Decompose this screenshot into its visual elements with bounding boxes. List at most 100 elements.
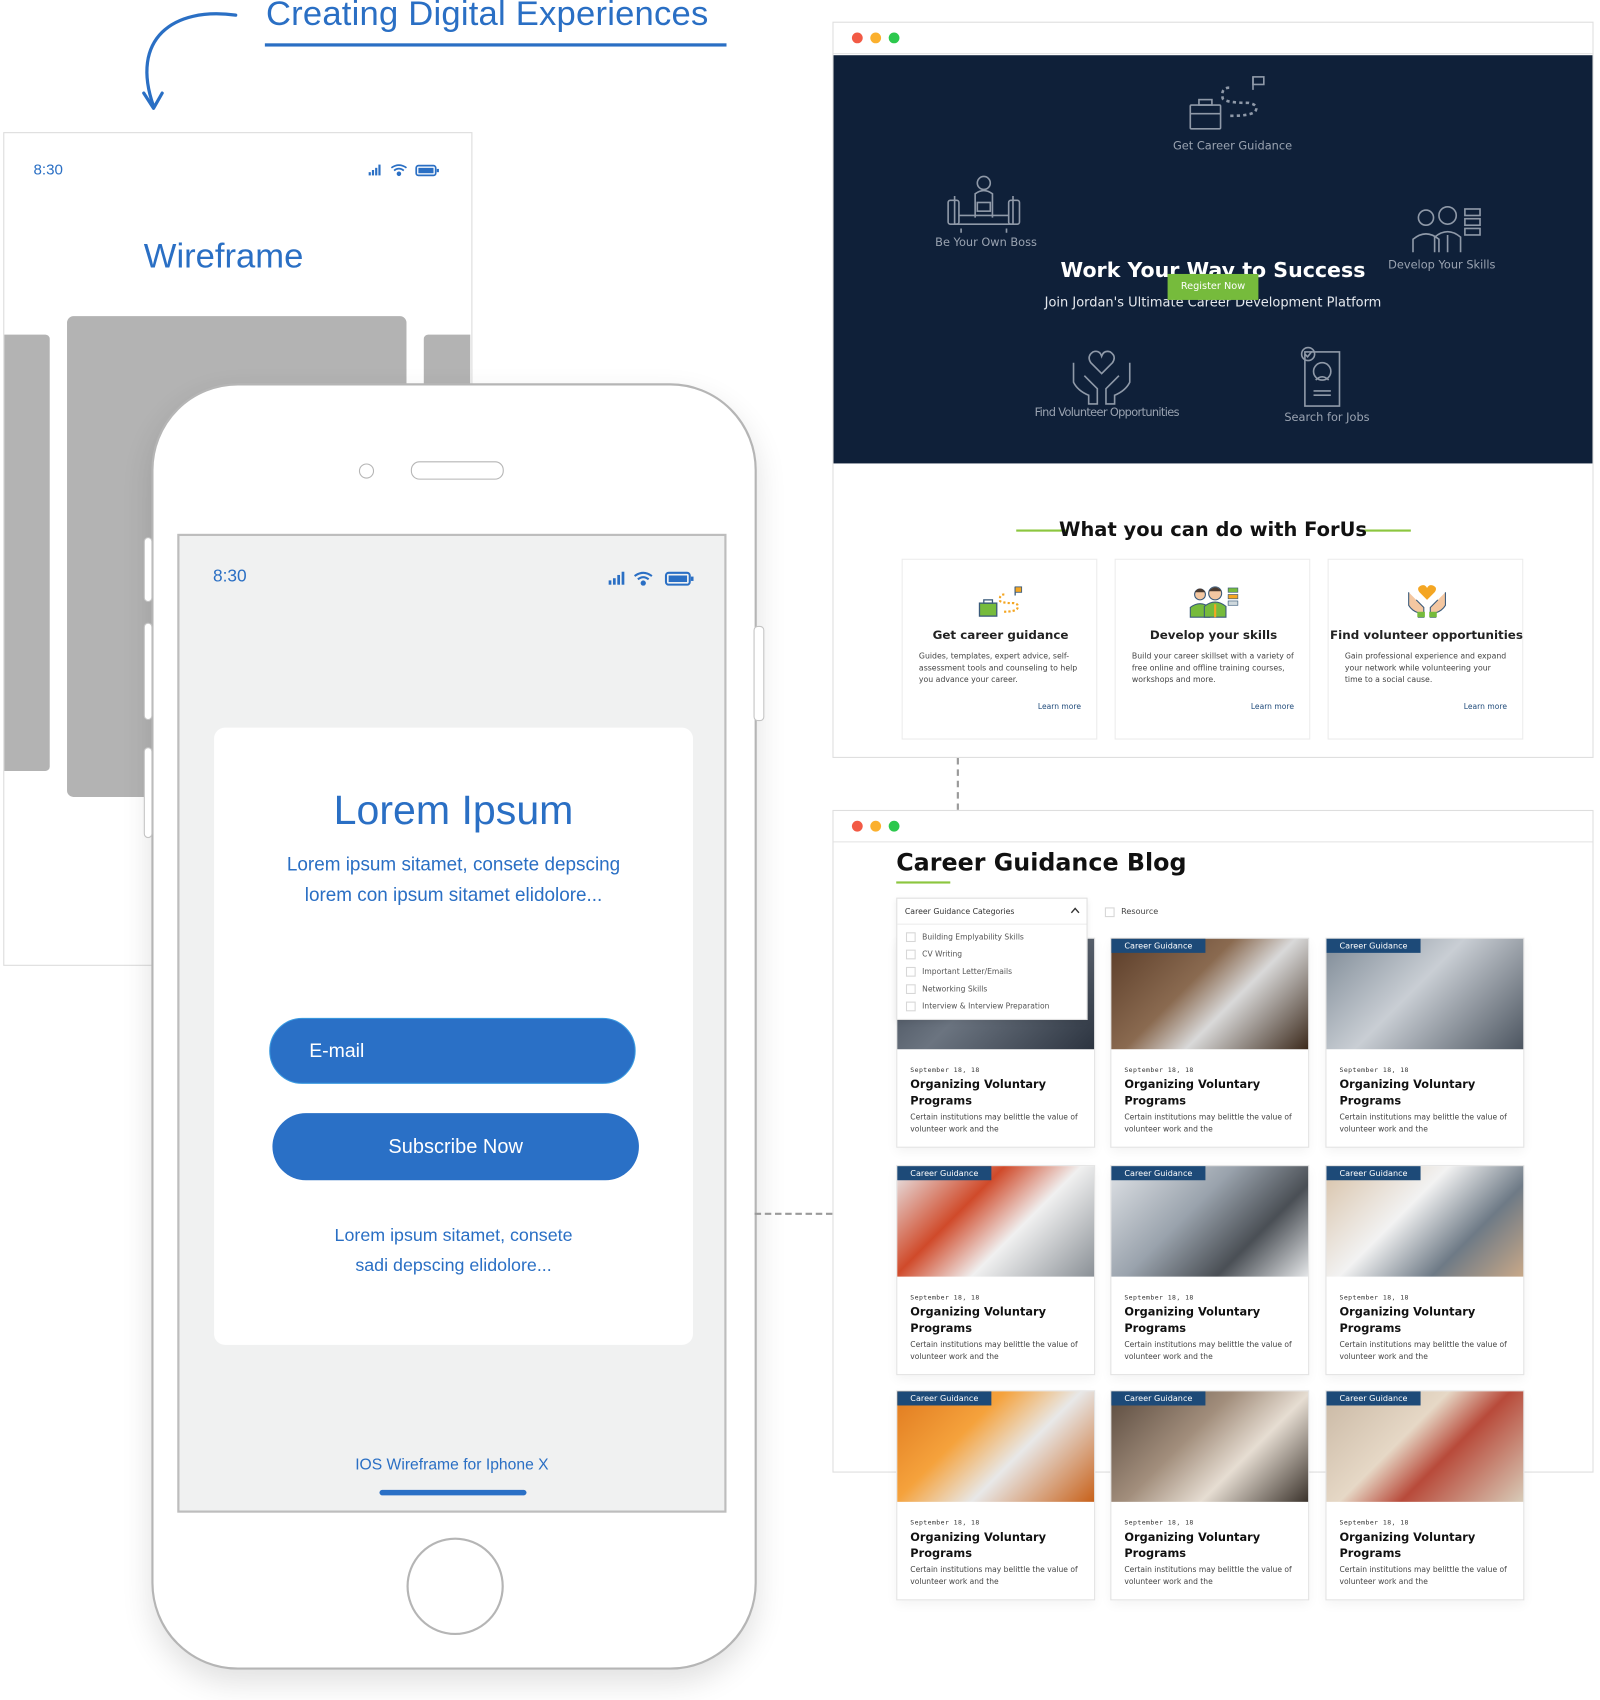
hands-heart-icon: [1408, 585, 1446, 618]
post-excerpt: Certain institutions may belittle the va…: [1339, 1565, 1507, 1587]
post-thumbnail[interactable]: [1326, 1391, 1524, 1502]
post-date: September 18, 18: [1124, 1293, 1194, 1302]
post-title[interactable]: Organizing Voluntary Programs: [1339, 1077, 1517, 1109]
post-excerpt: Certain institutions may belittle the va…: [1124, 1113, 1292, 1134]
post-thumbnail[interactable]: [1326, 938, 1524, 1050]
blog-post-card[interactable]: Career Guidance September 18, 18 Organizin…: [896, 1390, 1096, 1601]
post-date: September 18, 18: [910, 1293, 980, 1302]
volume-button: [143, 747, 153, 839]
blog-post-card[interactable]: Career Guidance September 18, 18 Organizin…: [1325, 1165, 1525, 1376]
register-now-button[interactable]: Register Now: [1167, 273, 1259, 300]
speaker-grille: [410, 461, 504, 480]
feature-card-title: Find volunteer opportunities: [1330, 628, 1523, 643]
wireframe-status-time: 8:30: [33, 160, 63, 178]
post-excerpt: Certain institutions may belittle the va…: [1124, 1565, 1292, 1587]
post-category-badge[interactable]: Career Guidance: [1326, 1166, 1421, 1181]
blog-post-card[interactable]: Career Guidance September 18, 18 Organizin…: [1325, 1390, 1525, 1601]
window-maximize-button[interactable]: [888, 820, 900, 832]
post-category-badge[interactable]: Career Guidance: [1111, 938, 1206, 953]
category-option[interactable]: Interview & Interview Preparation: [905, 1001, 1050, 1012]
status-time: 8:30: [212, 567, 247, 586]
post-thumbnail[interactable]: [1111, 1391, 1309, 1502]
post-title[interactable]: Organizing Voluntary Programs: [1339, 1305, 1517, 1337]
post-thumbnail[interactable]: [897, 1166, 1095, 1277]
post-category-badge[interactable]: Career Guidance: [1111, 1391, 1206, 1406]
category-checkbox[interactable]: [905, 984, 916, 995]
post-category-badge[interactable]: Career Guidance: [1326, 1391, 1421, 1406]
category-label: Interview & Interview Preparation: [922, 1002, 1050, 1011]
window-minimize-button[interactable]: [870, 32, 882, 44]
window-close-button[interactable]: [851, 32, 863, 44]
blog-post-card[interactable]: Career Guidance September 18, 18 Organizin…: [1110, 1390, 1310, 1601]
category-checkbox[interactable]: [905, 932, 916, 943]
blog-post-card[interactable]: Career Guidance September 18, 18 Organizin…: [1110, 1165, 1310, 1376]
post-category-badge[interactable]: Career Guidance: [897, 1391, 992, 1406]
learn-more-link[interactable]: Learn more: [1038, 703, 1081, 712]
category-option[interactable]: Important Letter/Emails: [905, 966, 1013, 977]
category-checkbox[interactable]: [905, 949, 916, 960]
section-title: What you can do with ForUs: [1058, 518, 1368, 542]
wireframe-caption: IOS Wireframe for Iphone X: [355, 1456, 549, 1474]
blog-post-card[interactable]: Career Guidance September 18, 18 Organizin…: [896, 1165, 1096, 1376]
category-option[interactable]: CV Writing: [905, 949, 962, 960]
post-title[interactable]: Organizing Voluntary Programs: [1124, 1305, 1302, 1337]
learn-more-link[interactable]: Learn more: [1251, 703, 1294, 712]
window-close-button[interactable]: [851, 820, 863, 832]
category-option[interactable]: Networking Skills: [905, 984, 988, 995]
resource-checkbox[interactable]: [1104, 906, 1115, 917]
battery-icon: [664, 571, 694, 586]
post-excerpt: Certain institutions may belittle the va…: [910, 1340, 1078, 1362]
hero-feature-label: Find Volunteer Opportunities: [1034, 406, 1180, 420]
placeholder-block: [4, 334, 50, 771]
category-checkbox[interactable]: [905, 1001, 916, 1012]
team-skills-icon: [1189, 586, 1239, 618]
category-checkbox[interactable]: [905, 966, 916, 977]
card-description-line: lorem con ipsum sitamet elidolore...: [304, 883, 603, 906]
home-button[interactable]: [406, 1537, 504, 1636]
wireframe-title: Wireframe: [143, 236, 304, 276]
card-description-line: Lorem ipsum sitamet, consete depscing: [286, 853, 621, 875]
feature-card-description: Guides, templates, expert advice, self-a…: [918, 650, 1078, 685]
connector-line: [754, 1212, 833, 1215]
post-title[interactable]: Organizing Voluntary Programs: [1124, 1530, 1302, 1562]
feature-card: Find volunteer opportunities Gain profes…: [1327, 558, 1524, 740]
category-label: Building Emplyability Skills: [922, 932, 1024, 942]
post-title[interactable]: Organizing Voluntary Programs: [910, 1530, 1088, 1562]
category-dropdown[interactable]: Career Guidance Categories Building Empl…: [896, 897, 1088, 1020]
chevron-up-icon[interactable]: [1070, 907, 1080, 914]
post-thumbnail[interactable]: [1111, 938, 1309, 1050]
blog-post-card[interactable]: Career Guidance September 18, 18 Organizin…: [1325, 937, 1525, 1148]
window-divider: [833, 53, 1593, 55]
volume-button: [143, 622, 153, 721]
category-label: Networking Skills: [922, 984, 988, 994]
post-category-badge[interactable]: Career Guidance: [897, 1166, 992, 1181]
wifi-icon: [390, 164, 407, 177]
feature-card: Develop your skills Build your career sk…: [1114, 558, 1311, 740]
learn-more-link[interactable]: Learn more: [1464, 703, 1507, 712]
dropdown-header[interactable]: Career Guidance Categories: [897, 899, 1087, 925]
home-indicator[interactable]: [379, 1489, 527, 1496]
post-date: September 18, 18: [910, 1519, 980, 1527]
wifi-icon: [633, 571, 653, 586]
connector-line: [956, 757, 959, 810]
email-input[interactable]: [269, 1017, 636, 1084]
power-button: [753, 625, 765, 722]
resource-filter[interactable]: Resource: [1104, 906, 1158, 917]
post-category-badge[interactable]: Career Guidance: [1111, 1166, 1206, 1181]
post-title[interactable]: Organizing Voluntary Programs: [910, 1077, 1088, 1109]
category-option[interactable]: Building Emplyability Skills: [905, 932, 1024, 943]
window-divider: [833, 841, 1593, 843]
window-maximize-button[interactable]: [888, 32, 900, 44]
window-minimize-button[interactable]: [870, 820, 882, 832]
post-category-badge[interactable]: Career Guidance: [1326, 938, 1421, 953]
subscribe-now-button[interactable]: Subscribe Now: [272, 1113, 639, 1181]
card-footer-line: Lorem ipsum sitamet, consete: [334, 1225, 573, 1246]
post-thumbnail[interactable]: [1111, 1166, 1309, 1277]
category-label: Important Letter/Emails: [922, 967, 1013, 977]
post-thumbnail[interactable]: [897, 1391, 1095, 1502]
post-thumbnail[interactable]: [1326, 1166, 1524, 1277]
post-title[interactable]: Organizing Voluntary Programs: [910, 1305, 1088, 1337]
post-title[interactable]: Organizing Voluntary Programs: [1339, 1530, 1517, 1562]
post-title[interactable]: Organizing Voluntary Programs: [1124, 1077, 1302, 1109]
blog-post-card[interactable]: Career Guidance September 18, 18 Organizin…: [1110, 937, 1310, 1148]
